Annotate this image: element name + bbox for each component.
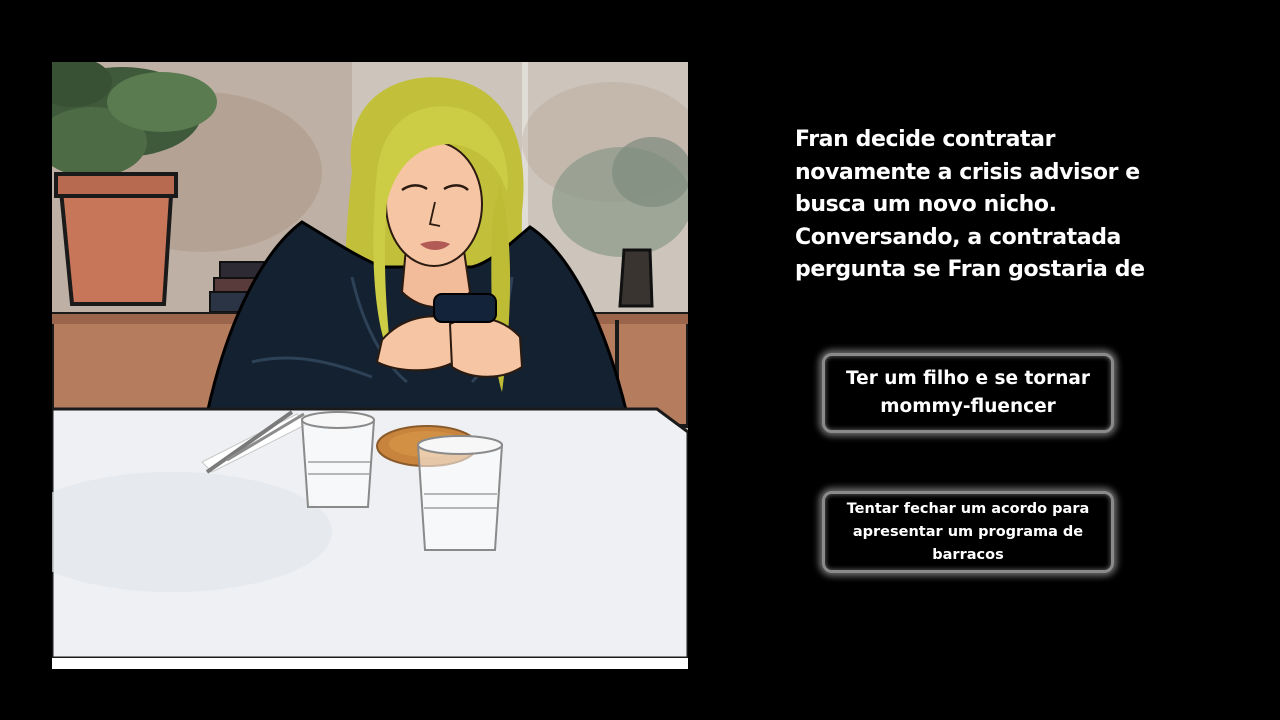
narration-text: Fran decide contratar novamente a crisis…	[795, 127, 1145, 282]
choice-label-1: Ter um filho e se tornar mommy-fluencer	[846, 368, 1090, 417]
choice-label-2: Tentar fechar um acordo para apresentar …	[846, 500, 1090, 563]
glass-2	[416, 435, 504, 551]
glass-1	[300, 411, 376, 508]
scene-illustration	[52, 62, 688, 669]
choice-button-2[interactable]: Tentar fechar um acordo para apresentar …	[822, 491, 1114, 573]
choice-button-1[interactable]: Ter um filho e se tornar mommy-fluencer	[822, 353, 1114, 433]
